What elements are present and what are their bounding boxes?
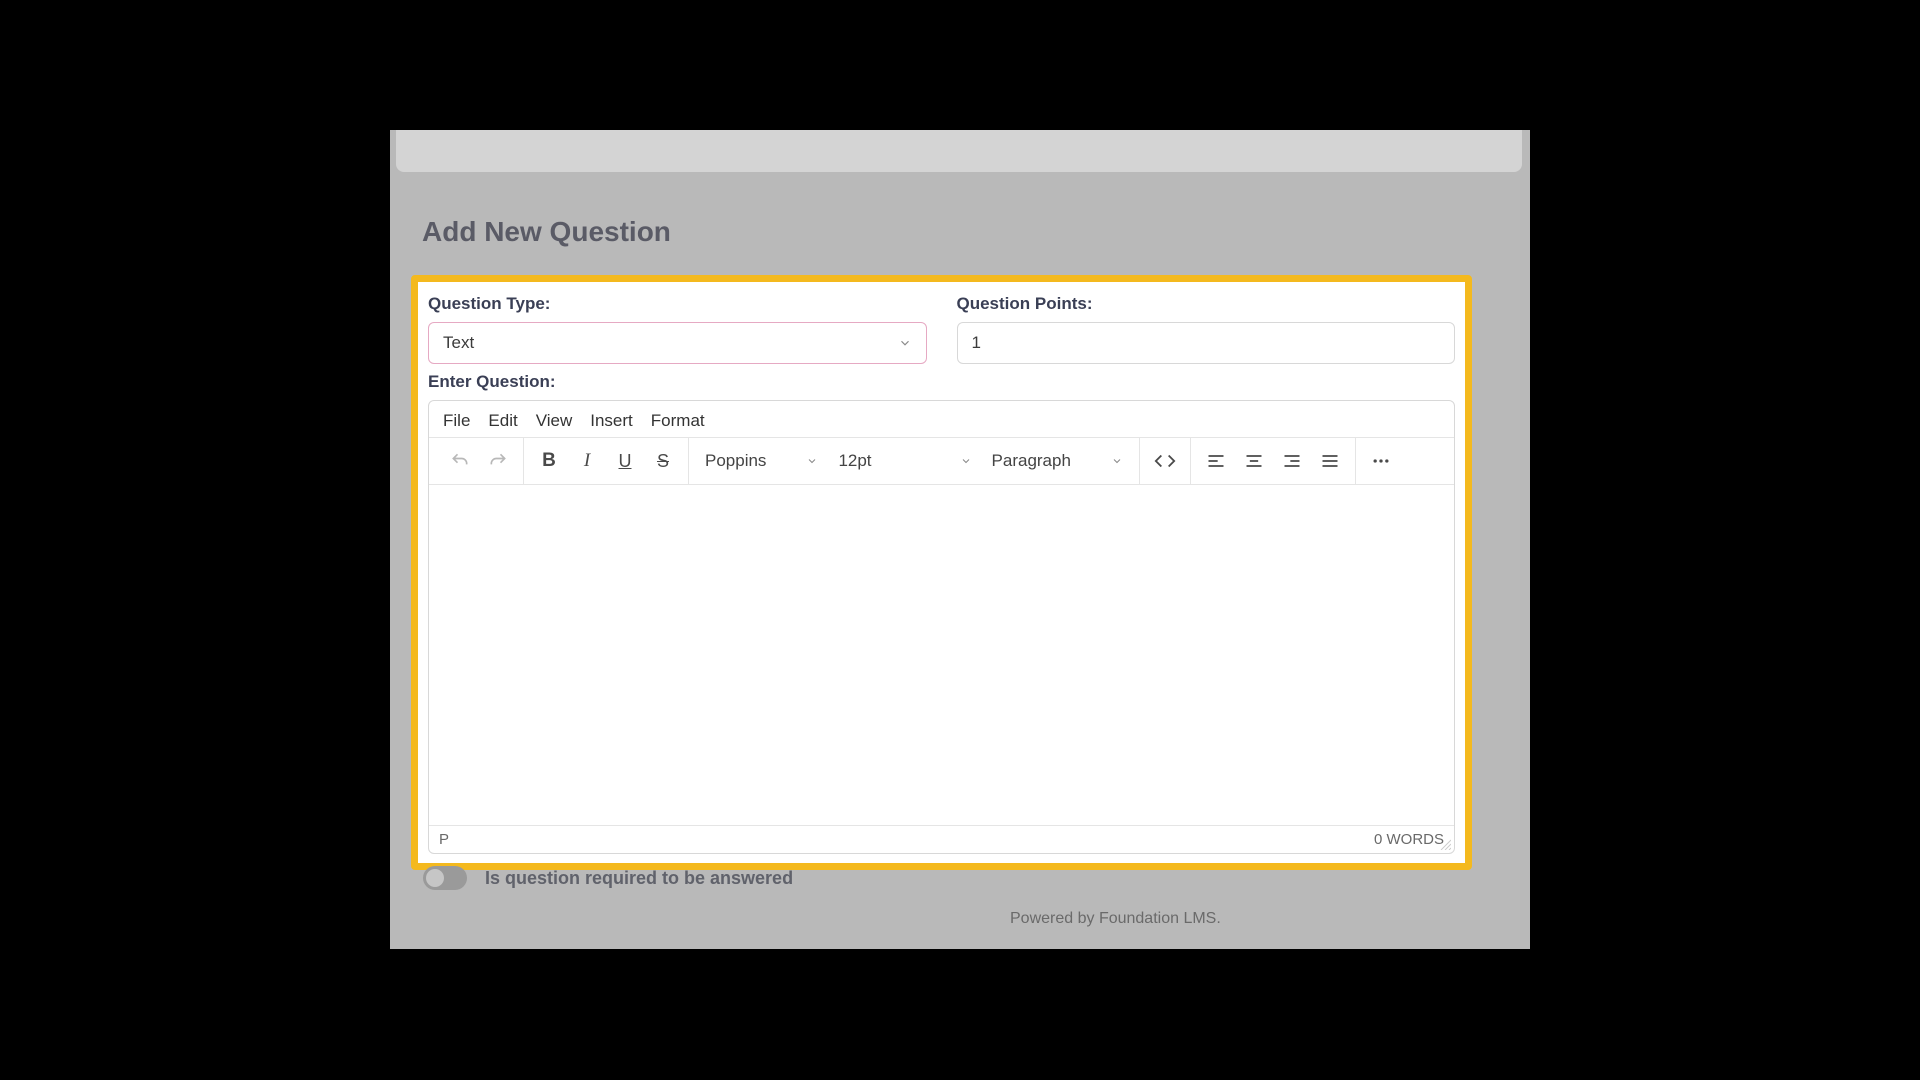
editor-element-path[interactable]: P — [439, 831, 449, 848]
redo-button[interactable] — [479, 442, 517, 480]
font-family-select[interactable]: Poppins — [695, 438, 828, 484]
question-points-label: Question Points: — [957, 294, 1456, 314]
resize-handle-icon[interactable] — [1439, 838, 1451, 850]
chevron-down-icon — [1111, 455, 1123, 467]
strikethrough-button[interactable]: S — [644, 442, 682, 480]
chevron-down-icon — [960, 455, 972, 467]
align-center-icon — [1244, 451, 1264, 471]
enter-question-label: Enter Question: — [418, 364, 1465, 392]
source-code-button[interactable] — [1146, 442, 1184, 480]
align-right-icon — [1282, 451, 1302, 471]
font-size-select[interactable]: 12pt — [828, 438, 981, 484]
align-justify-button[interactable] — [1311, 442, 1349, 480]
editor-word-count: 0 WORDS — [1374, 831, 1444, 848]
menu-insert[interactable]: Insert — [590, 411, 633, 431]
required-toggle-label: Is question required to be answered — [485, 868, 793, 889]
toggle-knob — [426, 869, 444, 887]
editor-statusbar: P 0 WORDS — [429, 825, 1454, 853]
editor-content-area[interactable] — [429, 485, 1454, 825]
top-card-strip — [396, 130, 1522, 172]
menu-format[interactable]: Format — [651, 411, 705, 431]
question-type-label: Question Type: — [428, 294, 927, 314]
chevron-down-icon — [898, 336, 912, 350]
question-form-highlight: Question Type: Text Question Points: Ent… — [411, 275, 1472, 870]
strike-icon: S — [657, 451, 669, 472]
menu-file[interactable]: File — [443, 411, 470, 431]
bold-button[interactable]: B — [530, 442, 568, 480]
more-icon — [1371, 451, 1391, 471]
required-toggle[interactable] — [423, 866, 467, 890]
align-right-button[interactable] — [1273, 442, 1311, 480]
editor-toolbar: B I U S Poppins — [429, 437, 1454, 485]
code-icon — [1154, 450, 1176, 472]
italic-icon: I — [584, 450, 590, 472]
align-center-button[interactable] — [1235, 442, 1273, 480]
align-left-button[interactable] — [1197, 442, 1235, 480]
menu-edit[interactable]: Edit — [488, 411, 517, 431]
undo-button[interactable] — [441, 442, 479, 480]
font-family-value: Poppins — [705, 451, 766, 471]
redo-icon — [488, 451, 508, 471]
block-format-value: Paragraph — [992, 451, 1071, 471]
page-title: Add New Question — [422, 216, 671, 248]
font-size-value: 12pt — [838, 451, 871, 471]
question-points-input[interactable] — [957, 322, 1456, 364]
italic-button[interactable]: I — [568, 442, 606, 480]
menu-view[interactable]: View — [536, 411, 573, 431]
question-type-value: Text — [443, 333, 474, 353]
bold-icon: B — [542, 450, 556, 472]
undo-icon — [450, 451, 470, 471]
editor-menubar: File Edit View Insert Format — [429, 401, 1454, 437]
block-format-select[interactable]: Paragraph — [982, 438, 1133, 484]
underline-button[interactable]: U — [606, 442, 644, 480]
underline-icon: U — [619, 451, 632, 472]
more-toolbar-button[interactable] — [1362, 442, 1400, 480]
question-type-select[interactable]: Text — [428, 322, 927, 364]
align-left-icon — [1206, 451, 1226, 471]
powered-by-text: Powered by Foundation LMS. — [1010, 910, 1221, 928]
rich-text-editor: File Edit View Insert Format — [428, 400, 1455, 854]
align-justify-icon — [1320, 451, 1340, 471]
chevron-down-icon — [806, 455, 818, 467]
